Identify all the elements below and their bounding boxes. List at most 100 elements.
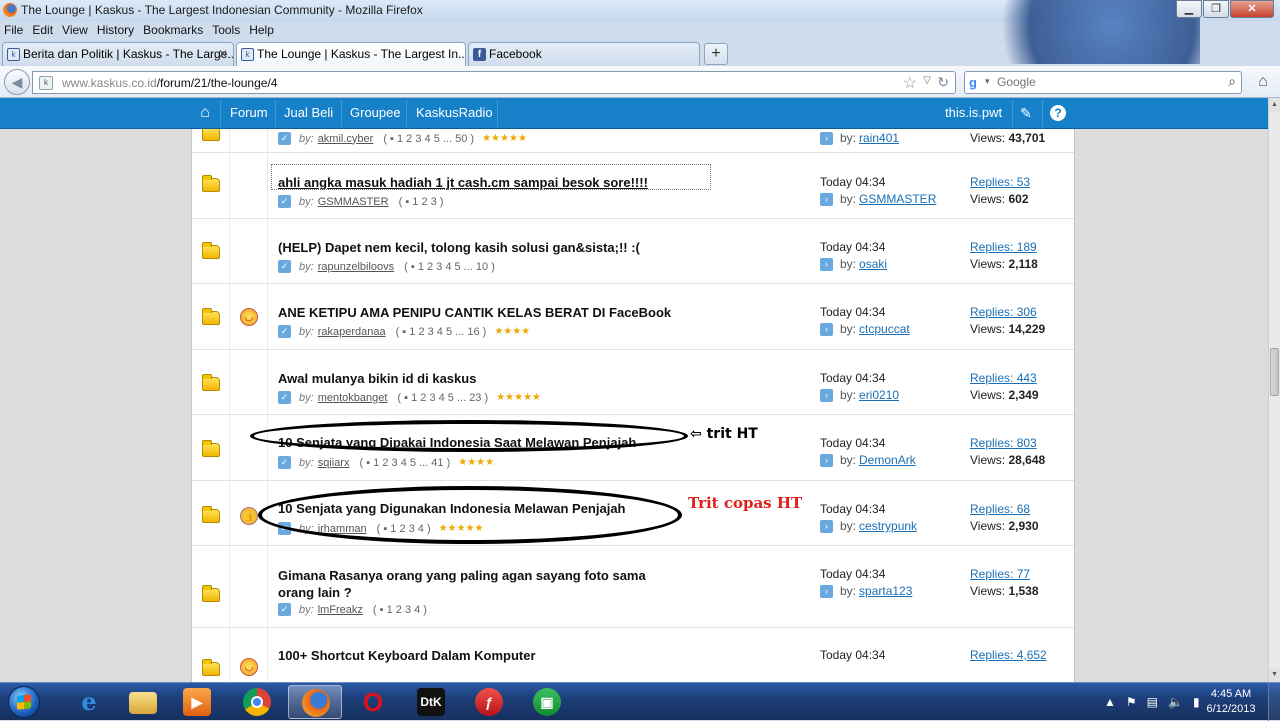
page-numbers[interactable]: 1 2 3 4 5 ... 50 <box>397 133 467 145</box>
back-button[interactable]: ◀ <box>4 69 30 95</box>
thread-title[interactable]: ahli angka masuk hadiah 1 jt cash.cm sam… <box>278 175 648 190</box>
flag-icon[interactable]: ⚑ <box>1126 695 1137 709</box>
search-engine-dropdown-icon[interactable]: ▾ <box>985 76 990 87</box>
search-icon[interactable]: ⌕ <box>1228 73 1236 90</box>
close-button[interactable]: ✕ <box>1230 0 1274 18</box>
thread-title[interactable]: ANE KETIPU AMA PENIPU CANTIK KELAS BERAT… <box>278 305 671 320</box>
nav-kaskusradio[interactable]: KaskusRadio <box>416 105 493 120</box>
page-numbers[interactable]: 1 2 3 4 5 ... 16 <box>409 326 479 338</box>
pencil-icon[interactable]: ✎ <box>1016 103 1036 123</box>
page-links[interactable]: ( ▪ 1 2 3 4 5 ... 50 ) <box>383 133 474 145</box>
menu-edit[interactable]: Edit <box>32 21 53 40</box>
replies-link[interactable]: Replies: 77 <box>970 567 1030 581</box>
expand-icon[interactable]: ✓ <box>278 195 291 208</box>
replies-link[interactable]: Replies: 803 <box>970 436 1037 450</box>
search-bar[interactable]: g ▾ ⌕ <box>964 71 1242 94</box>
bookmark-star-icon[interactable]: ☆ <box>903 73 917 93</box>
page-numbers[interactable]: 1 2 3 4 <box>387 604 421 616</box>
help-icon[interactable]: ? <box>1050 105 1066 121</box>
last-poster[interactable]: rain401 <box>859 131 899 145</box>
search-input[interactable] <box>997 75 1217 89</box>
thread-title[interactable]: Gimana Rasanya orang yang paling agan sa… <box>278 567 646 601</box>
page-numbers[interactable]: 1 2 3 <box>412 196 436 208</box>
thread-author[interactable]: mentokbanget <box>318 392 388 404</box>
page-links[interactable]: ( ▪ 1 2 3 4 5 ... 23 ) <box>397 392 488 404</box>
tab-close-icon[interactable]: ✕ <box>218 43 228 65</box>
menu-bookmarks[interactable]: Bookmarks <box>143 21 203 40</box>
page-numbers[interactable]: 1 2 3 4 5 ... 23 <box>411 392 481 404</box>
last-poster[interactable]: osaki <box>859 257 887 271</box>
taskbar-flash[interactable]: ƒ <box>462 685 516 719</box>
goto-last-icon[interactable]: › <box>820 388 833 402</box>
page-links[interactable]: ( ▪ 1 2 3 ) <box>399 196 444 208</box>
expand-icon[interactable]: ✓ <box>278 325 291 338</box>
last-poster[interactable]: GSMMASTER <box>859 192 936 206</box>
username-link[interactable]: this.is.pwt <box>945 105 1002 120</box>
thread-author[interactable]: rapunzelbiloovs <box>318 261 394 273</box>
maximize-button[interactable]: ❐ <box>1203 0 1229 18</box>
scroll-down-arrow-icon[interactable]: ▼ <box>1269 668 1280 682</box>
last-poster[interactable]: ctcpuccat <box>859 322 910 336</box>
taskbar-firefox[interactable] <box>288 685 342 719</box>
tab-the-lounge[interactable]: k The Lounge | Kaskus - The Largest In..… <box>236 42 466 66</box>
expand-icon[interactable]: ✓ <box>278 456 291 469</box>
thread-title[interactable]: 100+ Shortcut Keyboard Dalam Komputer <box>278 648 536 663</box>
replies-link[interactable]: Replies: 443 <box>970 371 1037 385</box>
replies-link[interactable]: Replies: 4,652 <box>970 648 1047 662</box>
scroll-up-arrow-icon[interactable]: ▲ <box>1269 98 1280 112</box>
replies-link[interactable]: Replies: 189 <box>970 240 1037 254</box>
last-poster[interactable]: sparta123 <box>859 584 912 598</box>
replies-link[interactable]: Replies: 68 <box>970 502 1030 516</box>
page-numbers[interactable]: 1 2 3 4 5 ... 41 <box>373 457 443 469</box>
show-desktop-button[interactable] <box>1268 683 1280 721</box>
expand-icon[interactable]: ✓ <box>278 603 291 616</box>
nav-groupee[interactable]: Groupee <box>350 105 401 120</box>
thread-title[interactable]: Awal mulanya bikin id di kaskus <box>278 371 476 386</box>
thread-author[interactable]: sqiiarx <box>318 457 350 469</box>
nav-forum[interactable]: Forum <box>230 105 268 120</box>
last-poster[interactable]: eri0210 <box>859 388 899 402</box>
history-dropdown-icon[interactable]: ▽ <box>923 75 931 86</box>
expand-icon[interactable]: ✓ <box>278 260 291 273</box>
page-scrollbar[interactable]: ▲ ▼ <box>1268 98 1280 682</box>
goto-last-icon[interactable]: › <box>820 519 833 533</box>
goto-last-icon[interactable]: › <box>820 322 833 336</box>
replies-link[interactable]: Replies: 306 <box>970 305 1037 319</box>
scrollbar-thumb[interactable] <box>1270 348 1279 396</box>
page-links[interactable]: ( ▪ 1 2 3 4 5 ... 10 ) <box>404 261 495 273</box>
thread-author[interactable]: lmFreakz <box>318 604 363 616</box>
new-tab-button[interactable]: + <box>704 43 728 65</box>
expand-icon[interactable]: ✓ <box>278 132 291 145</box>
goto-last-icon[interactable]: › <box>820 192 833 206</box>
expand-icon[interactable]: ✓ <box>278 391 291 404</box>
google-icon[interactable]: g <box>969 75 977 90</box>
page-links[interactable]: ( ▪ 1 2 3 4 5 ... 41 ) <box>359 457 450 469</box>
goto-last-icon[interactable]: › <box>820 131 833 145</box>
tab-berita-politik[interactable]: k Berita dan Politik | Kaskus - The Larg… <box>2 42 234 66</box>
menu-view[interactable]: View <box>62 21 88 40</box>
menu-help[interactable]: Help <box>249 21 274 40</box>
goto-last-icon[interactable]: › <box>820 453 833 467</box>
menu-history[interactable]: History <box>97 21 134 40</box>
site-identity-icon[interactable]: k <box>39 76 53 90</box>
page-links[interactable]: ( ▪ 1 2 3 4 5 ... 16 ) <box>396 326 487 338</box>
home-icon[interactable]: ⌂ <box>1252 72 1274 93</box>
tab-facebook[interactable]: f Facebook <box>468 42 700 66</box>
address-bar[interactable]: k www.kaskus.co.id/forum/21/the-lounge/4… <box>32 71 956 94</box>
taskbar-file-explorer[interactable] <box>116 685 170 719</box>
thread-author[interactable]: rakaperdanaa <box>318 326 386 338</box>
reload-icon[interactable]: ↻ <box>937 74 949 91</box>
show-hidden-icons-icon[interactable]: ▲ <box>1104 695 1116 709</box>
taskbar-chrome[interactable] <box>230 685 284 719</box>
replies-link[interactable]: Replies: 53 <box>970 175 1030 189</box>
nav-jual-beli[interactable]: Jual Beli <box>284 105 333 120</box>
taskbar-media-player[interactable]: ▶ <box>170 685 224 719</box>
last-poster[interactable]: cestrypunk <box>859 519 917 533</box>
menu-tools[interactable]: Tools <box>212 21 240 40</box>
goto-last-icon[interactable]: › <box>820 584 833 598</box>
page-links[interactable]: ( ▪ 1 2 3 4 ) <box>373 604 427 616</box>
last-poster[interactable]: DemonArk <box>859 453 916 467</box>
network-icon[interactable]: ▤ <box>1147 695 1158 709</box>
taskbar-dtk[interactable]: DtK <box>404 685 458 719</box>
thread-title[interactable]: (HELP) Dapet nem kecil, tolong kasih sol… <box>278 240 640 255</box>
